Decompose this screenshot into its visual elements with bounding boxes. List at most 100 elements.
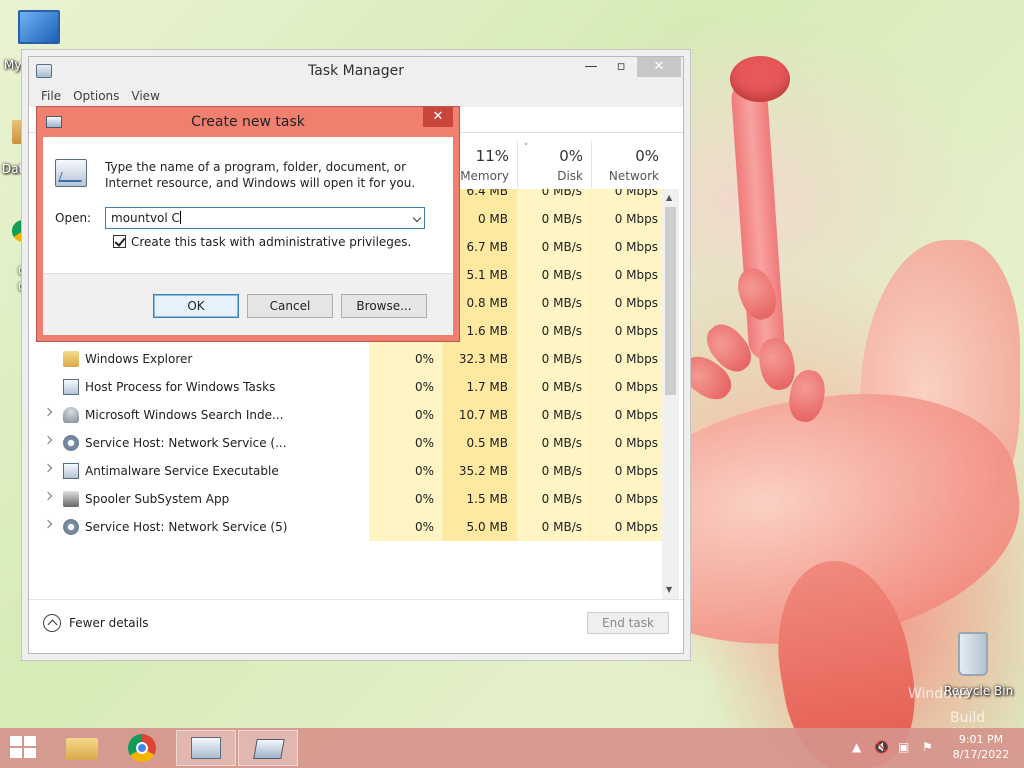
table-row[interactable]: Antimalware Service Executable 0% 35.2 MB 0… bbox=[29, 457, 667, 485]
text-cursor bbox=[179, 211, 181, 224]
taskbar-task-manager[interactable] bbox=[176, 730, 236, 766]
window-icon bbox=[63, 463, 79, 479]
open-input-value[interactable]: mountvol C bbox=[111, 211, 180, 225]
ok-button[interactable]: OK bbox=[153, 294, 239, 318]
memory-cell: 1.5 MB bbox=[443, 485, 517, 513]
network-cell: 0 Mbps bbox=[591, 457, 667, 485]
cpu-cell: 0% bbox=[369, 457, 443, 485]
browse-button[interactable]: Browse... bbox=[341, 294, 427, 318]
column-network[interactable]: 0% Network bbox=[591, 141, 667, 189]
table-row[interactable]: Microsoft Windows Search Inde... 0% 10.7 M… bbox=[29, 401, 667, 429]
start-button[interactable] bbox=[10, 736, 38, 760]
memory-cell: 0.5 MB bbox=[443, 429, 517, 457]
maximize-button[interactable]: ▫ bbox=[607, 57, 635, 77]
cancel-button[interactable]: Cancel bbox=[247, 294, 333, 318]
network-cell: 0 Mbps bbox=[591, 513, 667, 541]
network-cell: 0 Mbps bbox=[591, 317, 667, 345]
search-user-icon bbox=[63, 407, 79, 423]
menu-file[interactable]: File bbox=[41, 89, 61, 103]
menu-options[interactable]: Options bbox=[73, 89, 119, 103]
table-row[interactable]: Spooler SubSystem App 0% 1.5 MB 0 MB/s 0 Mbp… bbox=[29, 485, 667, 513]
watermark: Windows bbox=[908, 686, 971, 702]
expand-chevron-icon[interactable] bbox=[43, 519, 53, 529]
clock[interactable]: 9:01 PM 8/17/2022 bbox=[946, 732, 1016, 762]
cpu-cell: 0% bbox=[369, 429, 443, 457]
taskbar-run-dialog[interactable] bbox=[238, 730, 298, 766]
column-disk[interactable]: ˅ 0% Disk bbox=[517, 141, 591, 189]
disk-cell: 0 MB/s bbox=[517, 189, 591, 205]
open-combobox[interactable]: mountvol C bbox=[105, 207, 425, 229]
disk-cell: 0 MB/s bbox=[517, 429, 591, 457]
admin-privileges-label[interactable]: Create this task with administrative pri… bbox=[131, 235, 411, 249]
menu-view[interactable]: View bbox=[131, 89, 159, 103]
dialog-title-bar[interactable]: Create new task ✕ bbox=[37, 107, 459, 137]
footer: Fewer details End task bbox=[29, 599, 683, 653]
cpu-cell: 0% bbox=[369, 485, 443, 513]
expand-chevron-icon[interactable] bbox=[43, 463, 53, 473]
disk-cell: 0 MB/s bbox=[517, 401, 591, 429]
open-label: Open: bbox=[55, 211, 92, 225]
minimize-button[interactable]: — bbox=[577, 57, 605, 77]
run-program-icon bbox=[55, 159, 87, 187]
expand-chevron-icon[interactable] bbox=[43, 491, 53, 501]
dialog-title: Create new task bbox=[191, 114, 305, 130]
memory-cell: 35.2 MB bbox=[443, 457, 517, 485]
dropdown-arrow-icon[interactable] bbox=[412, 213, 422, 223]
scroll-down-icon[interactable]: ▼ bbox=[666, 585, 672, 594]
expand-chevron-icon[interactable] bbox=[43, 407, 53, 417]
speaker-muted-icon[interactable]: 🔇 bbox=[874, 740, 889, 754]
cpu-cell: 0% bbox=[369, 513, 443, 541]
network-cell: 0 Mbps bbox=[591, 429, 667, 457]
sort-arrow-icon: ˅ bbox=[524, 143, 529, 153]
gear-icon bbox=[63, 435, 79, 451]
dialog-button-area: OK Cancel Browse... bbox=[43, 273, 453, 335]
vertical-scrollbar[interactable]: ▲ ▼ bbox=[662, 189, 679, 599]
admin-privileges-checkbox[interactable] bbox=[113, 235, 126, 248]
process-name: Service Host: Network Service (5) bbox=[85, 520, 288, 534]
wallpaper-stigma bbox=[730, 56, 790, 102]
network-cell: 0 Mbps bbox=[591, 189, 667, 205]
fewer-details-link[interactable]: Fewer details bbox=[43, 614, 149, 632]
scroll-thumb[interactable] bbox=[665, 207, 676, 395]
table-row[interactable]: Host Process for Windows Tasks 0% 1.7 MB 0 … bbox=[29, 373, 667, 401]
table-row[interactable]: Service Host: Network Service (5) 0% 5.0 M… bbox=[29, 513, 667, 541]
folder-icon bbox=[63, 351, 79, 367]
disk-cell: 0 MB/s bbox=[517, 373, 591, 401]
network-icon[interactable]: ▣ bbox=[898, 740, 909, 754]
network-cell: 0 Mbps bbox=[591, 401, 667, 429]
create-new-task-dialog: Create new task ✕ Type the name of a pro… bbox=[36, 106, 460, 342]
taskbar-file-explorer[interactable] bbox=[52, 730, 112, 766]
taskbar-chrome[interactable] bbox=[114, 730, 174, 766]
disk-cell: 0 MB/s bbox=[517, 457, 591, 485]
folder-icon bbox=[66, 738, 98, 760]
end-task-button[interactable]: End task bbox=[587, 612, 669, 634]
process-name: Service Host: Network Service (... bbox=[85, 436, 287, 450]
memory-cell: 5.0 MB bbox=[443, 513, 517, 541]
scroll-up-icon[interactable]: ▲ bbox=[666, 193, 672, 202]
title-bar[interactable]: Task Manager — ▫ ✕ bbox=[29, 57, 683, 85]
recycle-bin-icon bbox=[958, 632, 988, 676]
desktop-icon-computer[interactable]: My C bbox=[4, 10, 60, 72]
cpu-cell: 0% bbox=[369, 401, 443, 429]
table-row[interactable]: Windows Explorer 0% 32.3 MB 0 MB/s 0 Mbps bbox=[29, 345, 667, 373]
close-button[interactable]: ✕ bbox=[637, 57, 681, 77]
disk-cell: 0 MB/s bbox=[517, 205, 591, 233]
expand-chevron-icon[interactable] bbox=[43, 435, 53, 445]
process-name: Spooler SubSystem App bbox=[85, 492, 230, 506]
disk-cell: 0 MB/s bbox=[517, 233, 591, 261]
menu-bar: File Options View bbox=[29, 85, 683, 107]
show-hidden-icons[interactable]: ▲ bbox=[852, 740, 861, 754]
run-icon bbox=[253, 739, 285, 759]
windows-logo-icon bbox=[10, 736, 22, 746]
clock-time: 9:01 PM bbox=[958, 733, 1004, 746]
action-center-icon[interactable]: ⚑ bbox=[922, 740, 933, 754]
desktop-icon-recycle-bin[interactable]: Recycle Bin bbox=[944, 632, 1013, 698]
network-cell: 0 Mbps bbox=[591, 205, 667, 233]
memory-cell: 32.3 MB bbox=[443, 345, 517, 373]
network-cell: 0 Mbps bbox=[591, 345, 667, 373]
process-name: Microsoft Windows Search Inde... bbox=[85, 408, 284, 422]
network-cell: 0 Mbps bbox=[591, 233, 667, 261]
disk-cell: 0 MB/s bbox=[517, 485, 591, 513]
table-row[interactable]: Service Host: Network Service (... 0% 0.5 … bbox=[29, 429, 667, 457]
dialog-close-button[interactable]: ✕ bbox=[423, 107, 453, 127]
